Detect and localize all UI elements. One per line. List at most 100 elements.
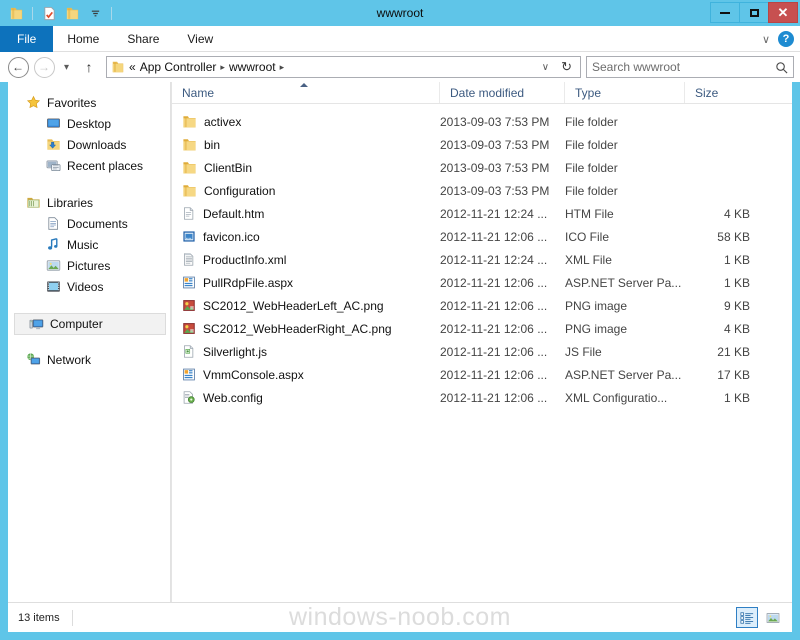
sidebar-item-recent-places[interactable]: Recent places	[8, 155, 170, 176]
sidebar-item-label: Libraries	[47, 195, 94, 210]
tab-share[interactable]: Share	[113, 26, 173, 52]
sidebar-item-label: Recent places	[67, 158, 144, 173]
table-row[interactable]: PullRdpFile.aspx 2012-11-21 12:06 ... ASP.…	[172, 271, 792, 294]
refresh-icon[interactable]: ↻	[557, 59, 576, 75]
cell-date-modified: 2013-09-03 7:53 PM	[440, 137, 550, 152]
aspx-file-icon	[182, 275, 196, 290]
cell-date-modified: 2012-11-21 12:06 ...	[440, 344, 548, 359]
sidebar-item-videos[interactable]: Videos	[8, 276, 170, 297]
libraries-icon	[26, 195, 41, 210]
sidebar-item-label: Favorites	[47, 95, 97, 110]
chevron-down-icon: ▾	[63, 61, 70, 73]
cell-type: ICO File	[565, 229, 610, 244]
minimize-button[interactable]	[710, 2, 740, 23]
cell-name: SC2012_WebHeaderRight_AC.png	[172, 321, 440, 336]
cell-name: bin	[172, 137, 440, 152]
cell-name: VmmConsole.aspx	[172, 367, 440, 382]
tab-file[interactable]: File	[0, 26, 54, 52]
cell-size: 4 KB	[723, 321, 750, 336]
chevron-right-icon[interactable]: ▸	[220, 62, 225, 73]
sidebar-item-downloads[interactable]: Downloads	[8, 134, 170, 155]
window-controls: ✕	[710, 2, 798, 23]
sidebar-item-libraries[interactable]: Libraries	[8, 192, 170, 213]
file-name-label: SC2012_WebHeaderLeft_AC.png	[203, 298, 384, 313]
cell-size: 1 KB	[723, 252, 750, 267]
large-icons-view-button[interactable]	[762, 607, 784, 628]
config-file-icon	[182, 390, 196, 405]
sidebar-group-favorites: Favorites Desktop Downloads Recent place…	[8, 92, 170, 176]
cell-size: 1 KB	[723, 390, 750, 405]
documents-icon	[46, 216, 61, 231]
column-header-name[interactable]: Name	[172, 82, 440, 103]
column-header-label: Type	[575, 85, 602, 100]
cell-type: XML Configuratio...	[565, 390, 668, 405]
column-header-type[interactable]: Type	[565, 82, 685, 103]
table-row[interactable]: Silverlight.js 2012-11-21 12:06 ... JS Fil…	[172, 340, 792, 363]
address-dropdown-icon[interactable]: ∨	[538, 62, 553, 73]
ribbon-right-controls: ∨ ?	[762, 26, 794, 52]
table-row[interactable]: activex 2013-09-03 7:53 PM File folder	[172, 110, 792, 133]
table-row[interactable]: VmmConsole.aspx 2012-11-21 12:06 ... ASP.N…	[172, 363, 792, 386]
address-bar: ← → ▾ ↑ « App Controller ▸ wwwroot ▸ ∨ ↻…	[0, 52, 800, 82]
table-row[interactable]: Web.config 2012-11-21 12:06 ... XML Config…	[172, 386, 792, 409]
table-row[interactable]: Configuration 2013-09-03 7:53 PM File fold…	[172, 179, 792, 202]
file-list-pane: Name Date modified Type Size activex 2013…	[171, 82, 792, 602]
breadcrumb-item-app-controller[interactable]: App Controller	[140, 60, 217, 74]
cell-date-modified: 2012-11-21 12:06 ...	[440, 321, 548, 336]
chevron-right-icon-2[interactable]: ▸	[280, 62, 285, 73]
back-button[interactable]: ←	[6, 55, 30, 79]
cell-date-modified: 2012-11-21 12:06 ...	[440, 298, 548, 313]
search-box[interactable]: Search wwwroot	[586, 56, 794, 78]
recent-locations-button[interactable]: ▾	[58, 55, 75, 79]
table-row[interactable]: ClientBin 2013-09-03 7:53 PM File folder	[172, 156, 792, 179]
table-row[interactable]: ProductInfo.xml 2012-11-21 12:24 ... XML F…	[172, 248, 792, 271]
sidebar-item-documents[interactable]: Documents	[8, 213, 170, 234]
properties-icon[interactable]	[39, 3, 59, 23]
tab-home[interactable]: Home	[53, 26, 113, 52]
sidebar-item-desktop[interactable]: Desktop	[8, 113, 170, 134]
column-header-date-modified[interactable]: Date modified	[440, 82, 565, 103]
cell-date-modified: 2013-09-03 7:53 PM	[440, 160, 550, 175]
breadcrumb-item-wwwroot[interactable]: wwwroot	[229, 60, 276, 74]
recent-places-icon	[46, 158, 61, 173]
sidebar-item-network[interactable]: Network	[8, 349, 170, 370]
details-view-button[interactable]	[736, 607, 758, 628]
close-button[interactable]: ✕	[768, 2, 798, 23]
breadcrumb-bar[interactable]: « App Controller ▸ wwwroot ▸ ∨ ↻	[106, 56, 581, 78]
cell-date-modified: 2012-11-21 12:06 ...	[440, 390, 548, 405]
search-input[interactable]: Search wwwroot	[592, 60, 775, 74]
htm-file-icon	[182, 206, 196, 221]
sidebar-item-label: Downloads	[67, 137, 127, 152]
folder-icon[interactable]	[6, 3, 26, 23]
new-folder-icon[interactable]	[62, 3, 82, 23]
sidebar-item-computer[interactable]: Computer	[14, 313, 166, 335]
navigation-pane: Favorites Desktop Downloads Recent place…	[8, 82, 170, 602]
table-row[interactable]: Default.htm 2012-11-21 12:24 ... HTM File 4…	[172, 202, 792, 225]
maximize-button[interactable]	[739, 2, 769, 23]
table-row[interactable]: favicon.ico 2012-11-21 12:06 ... ICO File 5…	[172, 225, 792, 248]
table-row[interactable]: SC2012_WebHeaderRight_AC.png 2012-11-21 1…	[172, 317, 792, 340]
sidebar-item-label: Network	[47, 352, 92, 367]
cell-name: Web.config	[172, 390, 440, 405]
sidebar-item-favorites[interactable]: Favorites	[8, 92, 170, 113]
up-button[interactable]: ↑	[77, 55, 101, 79]
cell-type: JS File	[565, 344, 602, 359]
forward-button[interactable]: →	[32, 55, 56, 79]
tab-view[interactable]: View	[173, 26, 227, 52]
cell-type: File folder	[565, 137, 618, 152]
cell-size: 9 KB	[723, 298, 750, 313]
help-icon[interactable]: ?	[778, 31, 794, 47]
cell-name: ProductInfo.xml	[172, 252, 440, 267]
table-row[interactable]: SC2012_WebHeaderLeft_AC.png 2012-11-21 12…	[172, 294, 792, 317]
chevron-down-icon[interactable]: ∨	[762, 33, 770, 46]
window-title: wwwroot	[376, 6, 424, 20]
chevron-down-icon[interactable]	[85, 3, 105, 23]
sidebar-item-pictures[interactable]: Pictures	[8, 255, 170, 276]
file-name-label: Configuration	[204, 183, 276, 198]
column-header-size[interactable]: Size	[685, 82, 762, 103]
sidebar-item-music[interactable]: Music	[8, 234, 170, 255]
downloads-icon	[46, 137, 61, 152]
breadcrumb-prefix[interactable]: «	[129, 60, 136, 74]
table-row[interactable]: bin 2013-09-03 7:53 PM File folder	[172, 133, 792, 156]
